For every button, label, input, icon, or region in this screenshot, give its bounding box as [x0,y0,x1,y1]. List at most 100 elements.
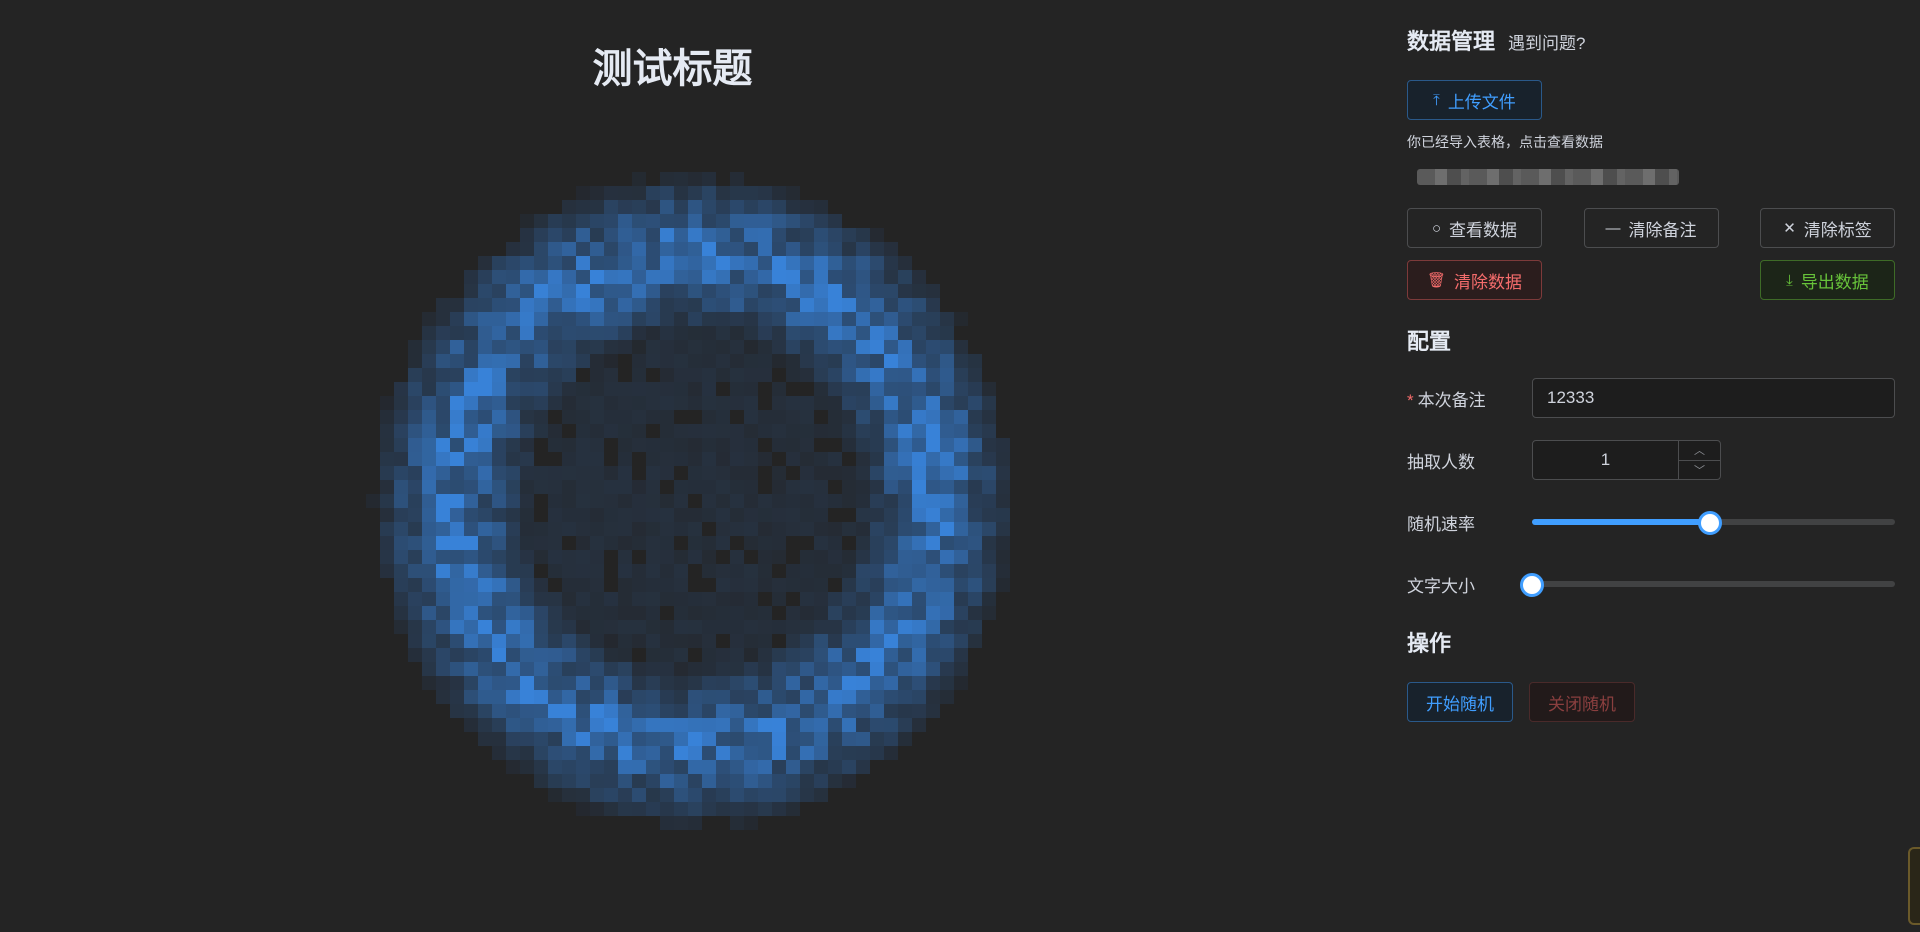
cloud-pixel [856,718,870,732]
cloud-pixel [912,480,926,494]
cloud-pixel [772,284,786,298]
cloud-pixel [702,284,716,298]
cloud-pixel [856,256,870,270]
cloud-pixel [618,284,632,298]
cloud-pixel [702,172,716,186]
upload-file-button[interactable]: ⤒ 上传文件 [1407,80,1542,120]
cloud-pixel [520,354,534,368]
cloud-pixel [660,410,674,424]
cloud-pixel [912,270,926,284]
cloud-pixel [618,648,632,662]
cloud-pixel [716,774,730,788]
cloud-pixel [520,732,534,746]
cloud-pixel [786,200,800,214]
cloud-pixel [688,480,702,494]
cloud-pixel [702,634,716,648]
cloud-pixel [842,326,856,340]
imported-file-name[interactable] [1417,169,1679,185]
cloud-pixel [730,298,744,312]
cloud-pixel [562,396,576,410]
cloud-pixel [800,620,814,634]
font-size-slider[interactable] [1520,564,1895,604]
clear-data-button[interactable]: 🗑 清除数据 [1407,260,1542,300]
cloud-pixel [772,732,786,746]
increase-icon[interactable]: ︿ [1679,441,1720,460]
cloud-pixel [576,718,590,732]
cloud-pixel [478,690,492,704]
export-data-button[interactable]: ⤓ 导出数据 [1760,260,1895,300]
start-random-button[interactable]: 开始随机 [1407,682,1513,722]
cloud-pixel [534,662,548,676]
cloud-pixel [688,242,702,256]
cloud-pixel [674,382,688,396]
cloud-pixel [912,466,926,480]
view-data-button[interactable]: ○ 查看数据 [1407,208,1542,248]
cloud-pixel [408,522,422,536]
cloud-pixel [702,802,716,816]
cloud-pixel [870,354,884,368]
cloud-pixel [590,284,604,298]
cloud-pixel [814,354,828,368]
cloud-pixel [506,564,520,578]
cloud-pixel [702,410,716,424]
cloud-pixel [870,340,884,354]
rate-slider-handle[interactable] [1697,511,1722,535]
cloud-pixel [800,424,814,438]
cloud-pixel [716,648,730,662]
cloud-pixel [632,410,646,424]
cloud-pixel [562,214,576,228]
cloud-pixel [478,676,492,690]
clear-tags-button[interactable]: ✕ 清除标签 [1760,208,1895,248]
help-link[interactable]: 遇到问题? [1508,29,1585,54]
cloud-pixel [632,284,646,298]
cloud-pixel [506,368,520,382]
cloud-pixel [800,242,814,256]
cloud-pixel [856,760,870,774]
cloud-pixel [674,452,688,466]
cloud-pixel [646,270,660,284]
cloud-pixel [898,718,912,732]
cloud-pixel [422,550,436,564]
cloud-pixel [674,214,688,228]
cloud-pixel [898,508,912,522]
count-value[interactable]: 1 [1533,441,1678,479]
cloud-pixel [548,564,562,578]
cloud-pixel [814,368,828,382]
decrease-icon[interactable]: ﹀ [1679,459,1720,480]
cloud-pixel [576,648,590,662]
cloud-pixel [702,438,716,452]
stop-random-button[interactable]: 关闭随机 [1529,682,1635,722]
cloud-pixel [898,550,912,564]
font-size-slider-track[interactable] [1532,581,1895,587]
cloud-pixel [520,690,534,704]
cloud-pixel [730,396,744,410]
cloud-pixel [800,270,814,284]
cloud-pixel [492,298,506,312]
cloud-pixel [506,270,520,284]
count-stepper[interactable]: 1 ︿ ﹀ [1532,440,1721,480]
cloud-pixel [618,438,632,452]
clear-notes-button[interactable]: — 清除备注 [1583,208,1719,248]
cloud-pixel [758,676,772,690]
cloud-pixel [716,368,730,382]
cloud-pixel [408,648,422,662]
cloud-pixel [492,326,506,340]
cloud-pixel [562,382,576,396]
cloud-pixel [548,466,562,480]
cloud-pixel [898,452,912,466]
cloud-pixel [492,368,506,382]
side-floating-widget[interactable] [1908,847,1920,925]
cloud-pixel [450,340,464,354]
cloud-pixel [534,228,548,242]
cloud-pixel [772,312,786,326]
cloud-pixel [688,690,702,704]
font-size-slider-handle[interactable] [1520,573,1544,597]
cloud-pixel [604,200,618,214]
cloud-pixel [674,242,688,256]
note-input[interactable] [1532,378,1895,418]
cloud-pixel [492,564,506,578]
cloud-pixel [548,270,562,284]
cloud-pixel [688,298,702,312]
rate-slider[interactable] [1532,502,1895,542]
cloud-pixel [898,256,912,270]
